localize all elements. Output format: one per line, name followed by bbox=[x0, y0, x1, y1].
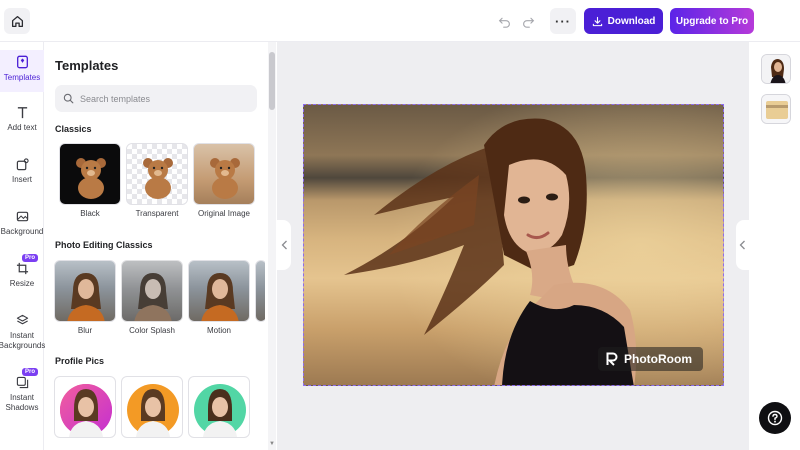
template-card-blur[interactable] bbox=[54, 260, 116, 322]
background-icon bbox=[14, 208, 30, 224]
section-title-photo-editing-classics: Photo Editing Classics bbox=[55, 240, 153, 250]
templates-panel: Templates Classics Black Transparent Ori… bbox=[45, 42, 265, 450]
woman-thumbnail-image bbox=[762, 55, 790, 83]
template-card-profile-orange[interactable] bbox=[121, 376, 183, 438]
layers-icon bbox=[14, 312, 30, 328]
panel-scrollbar-thumb[interactable] bbox=[269, 52, 275, 110]
layer-thumbnail-subject[interactable] bbox=[761, 54, 791, 84]
template-card-motion[interactable] bbox=[188, 260, 250, 322]
watermark-text: PhotoRoom bbox=[624, 352, 692, 366]
layer-thumbnail-background[interactable] bbox=[761, 94, 791, 124]
woman-portrait-image bbox=[201, 273, 239, 321]
template-card-profile-green[interactable] bbox=[188, 376, 250, 438]
profile-portrait-image bbox=[194, 384, 246, 437]
rail-label: Background bbox=[0, 227, 44, 236]
home-icon bbox=[11, 15, 23, 27]
template-label: Transparent bbox=[135, 209, 179, 218]
rail-label: Instant Shadows bbox=[5, 393, 39, 412]
scroll-down-arrow-icon[interactable]: ▼ bbox=[268, 440, 276, 448]
help-icon bbox=[767, 410, 783, 426]
search-box[interactable] bbox=[55, 85, 257, 112]
teddy-bear-image bbox=[210, 158, 240, 199]
woman-portrait-image bbox=[67, 273, 105, 321]
home-button[interactable] bbox=[4, 8, 30, 34]
canvas-photo[interactable] bbox=[303, 104, 724, 386]
photoroom-watermark: PhotoRoom bbox=[598, 347, 703, 371]
search-icon bbox=[63, 93, 74, 104]
upgrade-to-pro-button[interactable]: Upgrade to Pro bbox=[670, 8, 754, 34]
template-label: Black bbox=[80, 209, 100, 218]
rail-item-insert[interactable]: Insert bbox=[0, 156, 44, 185]
templates-icon bbox=[14, 54, 30, 70]
template-card-color-splash[interactable] bbox=[121, 260, 183, 322]
panel-title: Templates bbox=[55, 58, 119, 73]
template-label: Color Splash bbox=[129, 326, 175, 335]
rail-item-add-text[interactable]: Add text bbox=[0, 104, 44, 133]
pro-badge: Pro bbox=[21, 254, 38, 262]
undo-icon bbox=[498, 17, 510, 28]
woman-portrait-image bbox=[134, 273, 172, 321]
shadow-icon bbox=[14, 374, 30, 390]
redo-button[interactable] bbox=[518, 11, 538, 31]
insert-icon bbox=[14, 156, 30, 172]
rail-item-instant-shadows[interactable]: Pro Instant Shadows bbox=[0, 368, 44, 413]
rail-item-background[interactable]: Background bbox=[0, 208, 44, 237]
more-icon: ··· bbox=[555, 13, 571, 29]
rail-item-templates[interactable]: Templates bbox=[0, 50, 44, 92]
template-label: Original Image bbox=[197, 209, 251, 218]
pro-badge: Pro bbox=[21, 368, 38, 376]
rail-item-instant-backgrounds[interactable]: Instant Backgrounds bbox=[0, 312, 46, 351]
template-label: Motion bbox=[206, 326, 231, 335]
profile-portrait-image bbox=[60, 384, 112, 437]
rail-label: Instant Backgrounds bbox=[0, 331, 46, 350]
template-label: Blur bbox=[77, 326, 93, 335]
teddy-bear-image bbox=[76, 158, 106, 199]
rail-label: Templates bbox=[3, 73, 41, 82]
download-icon bbox=[592, 16, 602, 26]
template-card-transparent[interactable] bbox=[126, 143, 188, 205]
text-icon bbox=[14, 104, 30, 120]
download-button[interactable]: Download bbox=[584, 8, 663, 34]
chevron-left-icon bbox=[281, 240, 287, 250]
template-card-partial[interactable] bbox=[255, 260, 265, 322]
chevron-left-icon bbox=[739, 240, 745, 250]
background-thumbnail-image bbox=[762, 95, 790, 123]
rail-label: Resize bbox=[9, 279, 35, 288]
template-card-profile-pink[interactable] bbox=[54, 376, 116, 438]
rail-item-resize[interactable]: Pro Resize bbox=[0, 254, 44, 289]
crop-icon bbox=[14, 260, 30, 276]
expand-right-panel-button[interactable] bbox=[736, 220, 749, 270]
more-options-button[interactable]: ··· bbox=[550, 8, 576, 34]
rail-label: Add text bbox=[7, 123, 37, 132]
collapse-panel-button[interactable] bbox=[277, 220, 291, 270]
photoroom-logo-icon bbox=[606, 352, 618, 366]
template-card-black[interactable] bbox=[59, 143, 121, 205]
rail-label: Insert bbox=[11, 175, 32, 184]
template-card-original-image[interactable] bbox=[193, 143, 255, 205]
download-label: Download bbox=[607, 15, 656, 27]
redo-icon bbox=[522, 17, 534, 28]
profile-portrait-image bbox=[127, 384, 179, 437]
right-layers-rail bbox=[750, 42, 800, 450]
help-button[interactable] bbox=[759, 402, 791, 434]
upgrade-label: Upgrade to Pro bbox=[675, 15, 749, 27]
section-title-classics: Classics bbox=[55, 124, 92, 134]
top-toolbar: ··· Download Upgrade to Pro bbox=[0, 0, 800, 42]
undo-button[interactable] bbox=[494, 11, 514, 31]
section-title-profile-pics: Profile Pics bbox=[55, 356, 105, 366]
left-tool-rail: Templates Add text Insert Background Pro… bbox=[0, 42, 46, 450]
search-input[interactable] bbox=[80, 93, 240, 104]
woman-with-wind-blown-hair-photo bbox=[304, 105, 723, 385]
teddy-bear-image bbox=[143, 158, 173, 199]
